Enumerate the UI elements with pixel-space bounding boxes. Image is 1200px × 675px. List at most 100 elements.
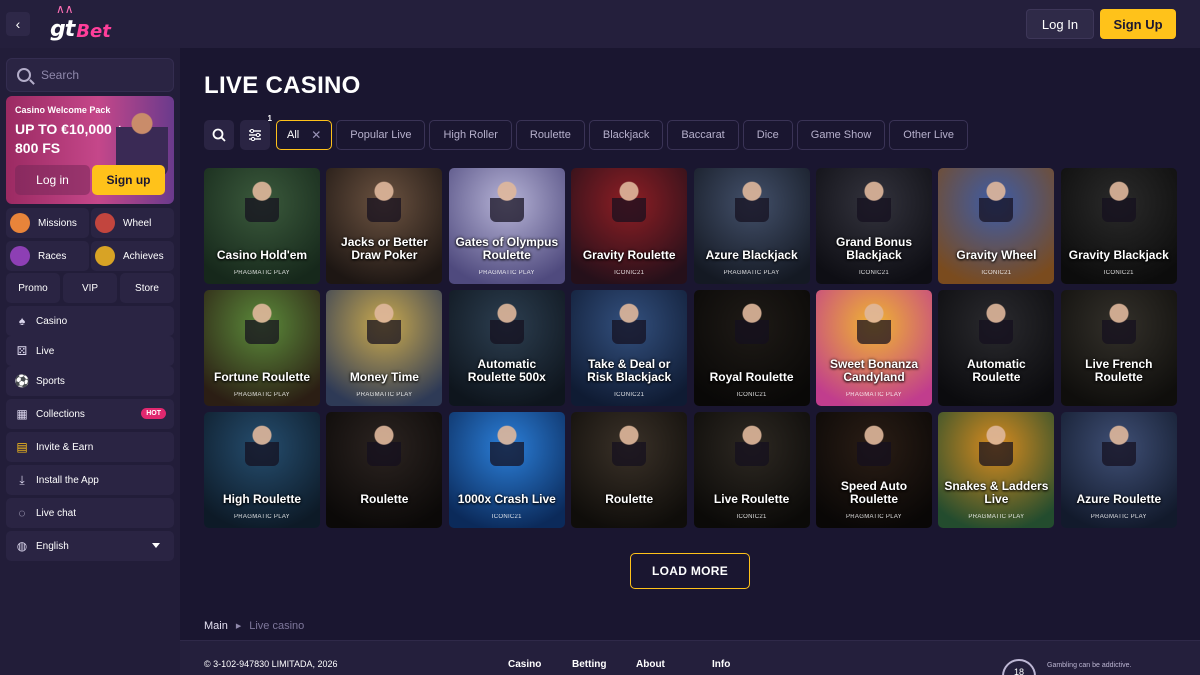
- game-title: Azure Roulette: [1076, 492, 1162, 506]
- language-select[interactable]: ◍ English: [6, 531, 174, 561]
- dealer-image: [245, 422, 279, 466]
- breadcrumb-current: Live casino: [249, 620, 305, 632]
- promo-offer: UP TO €10,000 + 800 FS: [15, 121, 124, 156]
- races-icon: [10, 246, 30, 266]
- welcome-pack-banner[interactable]: Casino Welcome Pack UP TO €10,000 + 800 …: [6, 96, 174, 204]
- game-card[interactable]: Grand Bonus Blackjack ICONIC21: [816, 168, 932, 284]
- filter-popular-live[interactable]: Popular Live: [336, 120, 426, 150]
- game-title: High Roulette: [223, 492, 301, 506]
- filter-high-roller[interactable]: High Roller: [429, 120, 512, 150]
- breadcrumb: Main ▶ Live casino: [204, 620, 304, 632]
- dealer-image: [857, 300, 891, 344]
- filter-dice[interactable]: Dice: [742, 120, 793, 150]
- sidebar-item-label: Live: [36, 345, 55, 357]
- game-card[interactable]: Roulette: [571, 412, 688, 528]
- filter-label: All: [287, 129, 300, 141]
- dice-icon: ⚄: [16, 344, 28, 358]
- game-provider: PRAGMATIC PLAY: [846, 392, 902, 398]
- game-card[interactable]: Speed Auto Roulette PRAGMATIC PLAY: [816, 412, 932, 528]
- game-card[interactable]: Azure Roulette PRAGMATIC PLAY: [1060, 412, 1177, 528]
- game-title: Live French Roulette: [1085, 357, 1153, 384]
- game-card[interactable]: Roulette: [326, 412, 443, 528]
- filter-blackjack[interactable]: Blackjack: [588, 120, 664, 150]
- game-provider: PRAGMATIC PLAY: [356, 392, 413, 398]
- game-card[interactable]: Gates of Olympus Roulette PRAGMATIC PLAY: [448, 168, 565, 284]
- vip-button[interactable]: VIP: [63, 273, 117, 303]
- footer-link-betting[interactable]: Betting: [572, 659, 606, 670]
- game-card[interactable]: Gravity Wheel ICONIC21: [938, 168, 1055, 284]
- sidebar-item-sports[interactable]: ⚽ Sports: [6, 366, 174, 396]
- filter-all[interactable]: All ✕: [276, 120, 333, 150]
- bunny-ears-icon: ∧∧: [56, 2, 74, 16]
- game-card[interactable]: Take & Deal or Risk Blackjack ICONIC21: [571, 290, 688, 406]
- game-card[interactable]: Gravity Roulette ICONIC21: [571, 168, 688, 284]
- dealer-image: [734, 422, 769, 466]
- game-title: Speed Auto Roulette: [840, 479, 908, 506]
- load-more-button[interactable]: LOAD MORE: [630, 553, 750, 589]
- sidebar-item-install-app[interactable]: ⤓ Install the App: [6, 465, 174, 495]
- game-card[interactable]: Casino Hold'em PRAGMATIC PLAY: [204, 168, 320, 284]
- dealer-image: [1101, 422, 1136, 466]
- game-provider: PRAGMATIC PLAY: [846, 514, 902, 520]
- filter-game-show[interactable]: Game Show: [796, 120, 886, 150]
- dealer-image: [489, 300, 524, 344]
- footer: © 3-102-947830 LIMITADA, 2026 Casino Bet…: [180, 640, 1200, 675]
- sidebar-item-invite[interactable]: ▤ Invite & Earn: [6, 432, 174, 462]
- soccer-ball-icon: ⚽: [14, 374, 30, 388]
- sidebar-item-casino[interactable]: ♠ Casino: [6, 306, 174, 336]
- missions-tile[interactable]: Missions: [6, 208, 89, 238]
- dealer-image: [1101, 300, 1136, 344]
- filters-button[interactable]: 1: [240, 114, 272, 150]
- back-button[interactable]: ‹: [6, 12, 30, 36]
- filter-roulette[interactable]: Roulette: [515, 120, 585, 150]
- game-card[interactable]: Live Roulette ICONIC21: [693, 412, 810, 528]
- filter-baccarat[interactable]: Baccarat: [667, 120, 739, 150]
- footer-link-about[interactable]: About: [636, 659, 665, 670]
- game-title: Casino Hold'em: [216, 248, 308, 262]
- search-games-button[interactable]: [204, 120, 234, 150]
- game-card[interactable]: High Roulette PRAGMATIC PLAY: [204, 412, 320, 528]
- game-card[interactable]: Azure Blackjack PRAGMATIC PLAY: [693, 168, 810, 284]
- login-button[interactable]: Log In: [1026, 9, 1094, 39]
- game-card[interactable]: Money Time PRAGMATIC PLAY: [326, 290, 443, 406]
- game-title: Gravity Wheel: [956, 248, 1037, 262]
- chevron-right-icon: ▶: [235, 623, 242, 630]
- game-provider: ICONIC21: [736, 514, 767, 520]
- game-title: 1000x Crash Live: [457, 492, 556, 506]
- dealer-image: [367, 300, 402, 344]
- game-card[interactable]: 1000x Crash Live ICONIC21: [448, 412, 565, 528]
- trophy-icon: [95, 246, 115, 266]
- search-input[interactable]: Search: [6, 58, 174, 92]
- close-icon[interactable]: ✕: [311, 128, 321, 142]
- races-tile[interactable]: Races: [6, 241, 89, 271]
- game-card[interactable]: Sweet Bonanza Candyland PRAGMATIC PLAY: [816, 290, 932, 406]
- sidebar-item-live-chat[interactable]: ◌ Live chat: [6, 498, 174, 528]
- game-card[interactable]: Automatic Roulette: [938, 290, 1055, 406]
- store-button[interactable]: Store: [120, 273, 174, 303]
- dealer-image: [612, 422, 647, 466]
- signup-button[interactable]: Sign Up: [1100, 9, 1176, 39]
- game-card[interactable]: Snakes & Ladders Live PRAGMATIC PLAY: [938, 412, 1055, 528]
- search-placeholder: Search: [41, 68, 80, 82]
- wheel-tile[interactable]: Wheel: [91, 208, 174, 238]
- promo-login-button[interactable]: Log in: [15, 165, 90, 195]
- filter-other-live[interactable]: Other Live: [889, 120, 969, 150]
- breadcrumb-main-link[interactable]: Main: [204, 620, 228, 632]
- promo-title: Casino Welcome Pack: [15, 105, 111, 115]
- game-card[interactable]: Royal Roulette ICONIC21: [693, 290, 810, 406]
- game-title: Automatic Roulette: [967, 357, 1026, 384]
- games-grid: Casino Hold'em PRAGMATIC PLAY Jacks or Bet…: [204, 168, 1177, 528]
- sidebar-item-collections[interactable]: ▦ Collections HOT: [6, 399, 174, 429]
- achieves-tile[interactable]: Achieves: [91, 241, 174, 271]
- promo-signup-button[interactable]: Sign up: [92, 165, 165, 195]
- game-card[interactable]: Fortune Roulette PRAGMATIC PLAY: [204, 290, 320, 406]
- sidebar-item-live[interactable]: ⚄ Live: [6, 336, 174, 366]
- game-card[interactable]: Live French Roulette: [1060, 290, 1177, 406]
- game-card[interactable]: Automatic Roulette 500x: [448, 290, 565, 406]
- logo[interactable]: ∧∧ gt Bet: [50, 2, 111, 42]
- promo-button[interactable]: Promo: [6, 273, 60, 303]
- footer-link-info[interactable]: Info: [712, 659, 730, 670]
- game-card[interactable]: Gravity Blackjack ICONIC21: [1060, 168, 1177, 284]
- game-card[interactable]: Jacks or Better Draw Poker: [326, 168, 443, 284]
- footer-link-casino[interactable]: Casino: [508, 659, 541, 670]
